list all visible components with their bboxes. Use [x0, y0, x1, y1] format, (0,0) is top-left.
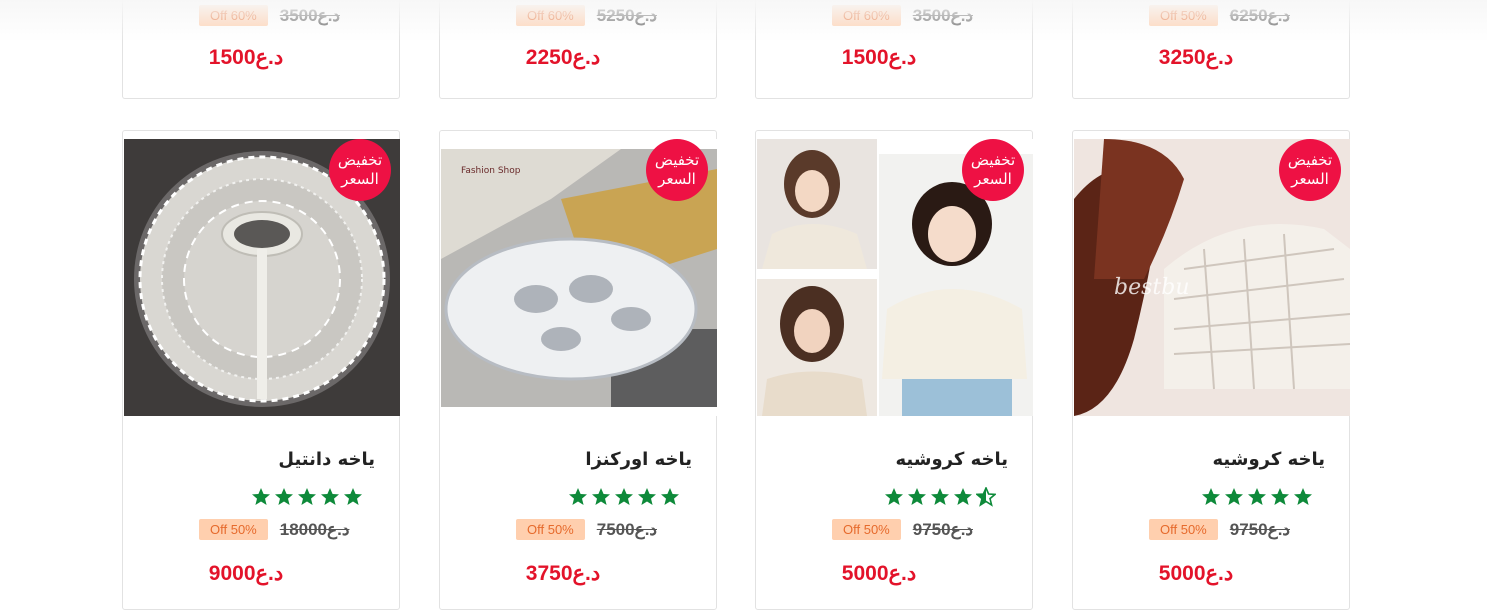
old-price: د.ع6250: [1229, 5, 1290, 25]
current-price: د.ع9000: [208, 562, 284, 585]
current-price: د.ع3250: [1158, 46, 1234, 69]
rating-stars: [568, 487, 680, 509]
star-icon: [615, 488, 633, 505]
product-title[interactable]: ياخه كروشيه: [1213, 449, 1326, 470]
sale-badge: تخفيض السعر: [646, 139, 708, 201]
product-card[interactable]: Off 60% د.ع3500 د.ع1500: [755, 0, 1033, 99]
star-icon: [252, 488, 270, 505]
product-title[interactable]: ياخه دانتيل: [278, 449, 375, 470]
old-price: د.ع9750: [1229, 519, 1290, 539]
current-price: د.ع1500: [841, 46, 917, 69]
product-card[interactable]: Off 60% د.ع5250 د.ع2250: [439, 0, 717, 99]
sale-badge: تخفيض السعر: [1279, 139, 1341, 201]
star-icon: [1248, 488, 1266, 505]
current-price: د.ع1500: [208, 46, 284, 69]
product-card[interactable]: Fashion Shop تخفيض السعر ياخه اوركنزا Of…: [439, 130, 717, 610]
product-card[interactable]: bestbu تخفيض السعر ياخه كروشيه Off 50% د…: [1072, 130, 1350, 610]
sale-badge-line2: السعر: [658, 170, 696, 188]
old-price: د.ع9750: [912, 519, 973, 539]
discount-badge: Off 50%: [832, 519, 901, 540]
sale-badge: تخفيض السعر: [329, 139, 391, 201]
discount-badge: Off 60%: [832, 5, 901, 26]
discount-badge: Off 60%: [516, 5, 585, 26]
product-card[interactable]: تخفيض السعر ياخه كروشيه Off 50% د.ع9750 …: [755, 130, 1033, 610]
sale-badge-line1: تخفيض: [1287, 151, 1333, 169]
sale-badge-line2: السعر: [1291, 170, 1329, 188]
price-row: Off 50% د.ع18000: [199, 519, 349, 540]
star-icon: [1225, 488, 1243, 505]
sale-badge-line2: السعر: [341, 170, 379, 188]
star-icon: [638, 488, 656, 505]
discount-badge: Off 50%: [1149, 5, 1218, 26]
price-row: Off 60% د.ع3500: [832, 5, 973, 26]
star-icon: [344, 488, 362, 505]
star-icon: [954, 488, 972, 505]
current-price: د.ع5000: [1158, 562, 1234, 585]
watermark-text: bestbu: [1114, 275, 1190, 300]
price-row: Off 50% د.ع6250: [1149, 5, 1290, 26]
star-icon: [931, 488, 949, 505]
star-icon: [592, 488, 610, 505]
old-price: د.ع3500: [912, 5, 973, 25]
product-card[interactable]: Off 60% د.ع3500 د.ع1500: [122, 0, 400, 99]
current-price: د.ع5000: [841, 562, 917, 585]
price-row: Off 60% د.ع5250: [516, 5, 657, 26]
sale-badge: تخفيض السعر: [962, 139, 1024, 201]
star-icon: [275, 488, 293, 505]
star-icon: [569, 488, 587, 505]
discount-badge: Off 50%: [199, 519, 268, 540]
rating-stars: [251, 487, 363, 509]
star-icon: [1271, 488, 1289, 505]
star-icon: [321, 488, 339, 505]
star-icon: [1202, 488, 1220, 505]
product-card[interactable]: تخفيض السعر ياخه دانتيل Off 50% د.ع18000…: [122, 130, 400, 610]
sale-badge-line2: السعر: [974, 170, 1012, 188]
fashion-shop-text: Fashion Shop: [461, 166, 521, 176]
star-icon: [885, 488, 903, 505]
price-row: Off 50% د.ع9750: [832, 519, 973, 540]
star-icon: [976, 487, 996, 507]
star-icon: [908, 488, 926, 505]
star-icon: [661, 488, 679, 505]
product-title[interactable]: ياخه اوركنزا: [585, 449, 692, 470]
rating-stars: [884, 487, 996, 509]
rating-stars: [1201, 487, 1313, 509]
product-title[interactable]: ياخه كروشيه: [896, 449, 1009, 470]
old-price: د.ع7500: [596, 519, 657, 539]
discount-badge: Off 50%: [516, 519, 585, 540]
price-row: Off 50% د.ع7500: [516, 519, 657, 540]
sale-badge-line1: تخفيض: [970, 151, 1016, 169]
star-icon: [298, 488, 316, 505]
price-row: Off 50% د.ع9750: [1149, 519, 1290, 540]
star-icon: [1294, 488, 1312, 505]
product-grid: Off 60% د.ع3500 د.ع1500 Off 60% د.ع5250 …: [0, 0, 1487, 614]
discount-badge: Off 60%: [199, 5, 268, 26]
price-row: Off 60% د.ع3500: [199, 5, 340, 26]
sale-badge-line1: تخفيض: [337, 151, 383, 169]
current-price: د.ع2250: [525, 46, 601, 69]
old-price: د.ع18000: [279, 519, 350, 539]
current-price: د.ع3750: [525, 562, 601, 585]
old-price: د.ع3500: [279, 5, 340, 25]
sale-badge-line1: تخفيض: [654, 151, 700, 169]
product-card[interactable]: Off 50% د.ع6250 د.ع3250: [1072, 0, 1350, 99]
discount-badge: Off 50%: [1149, 519, 1218, 540]
old-price: د.ع5250: [596, 5, 657, 25]
